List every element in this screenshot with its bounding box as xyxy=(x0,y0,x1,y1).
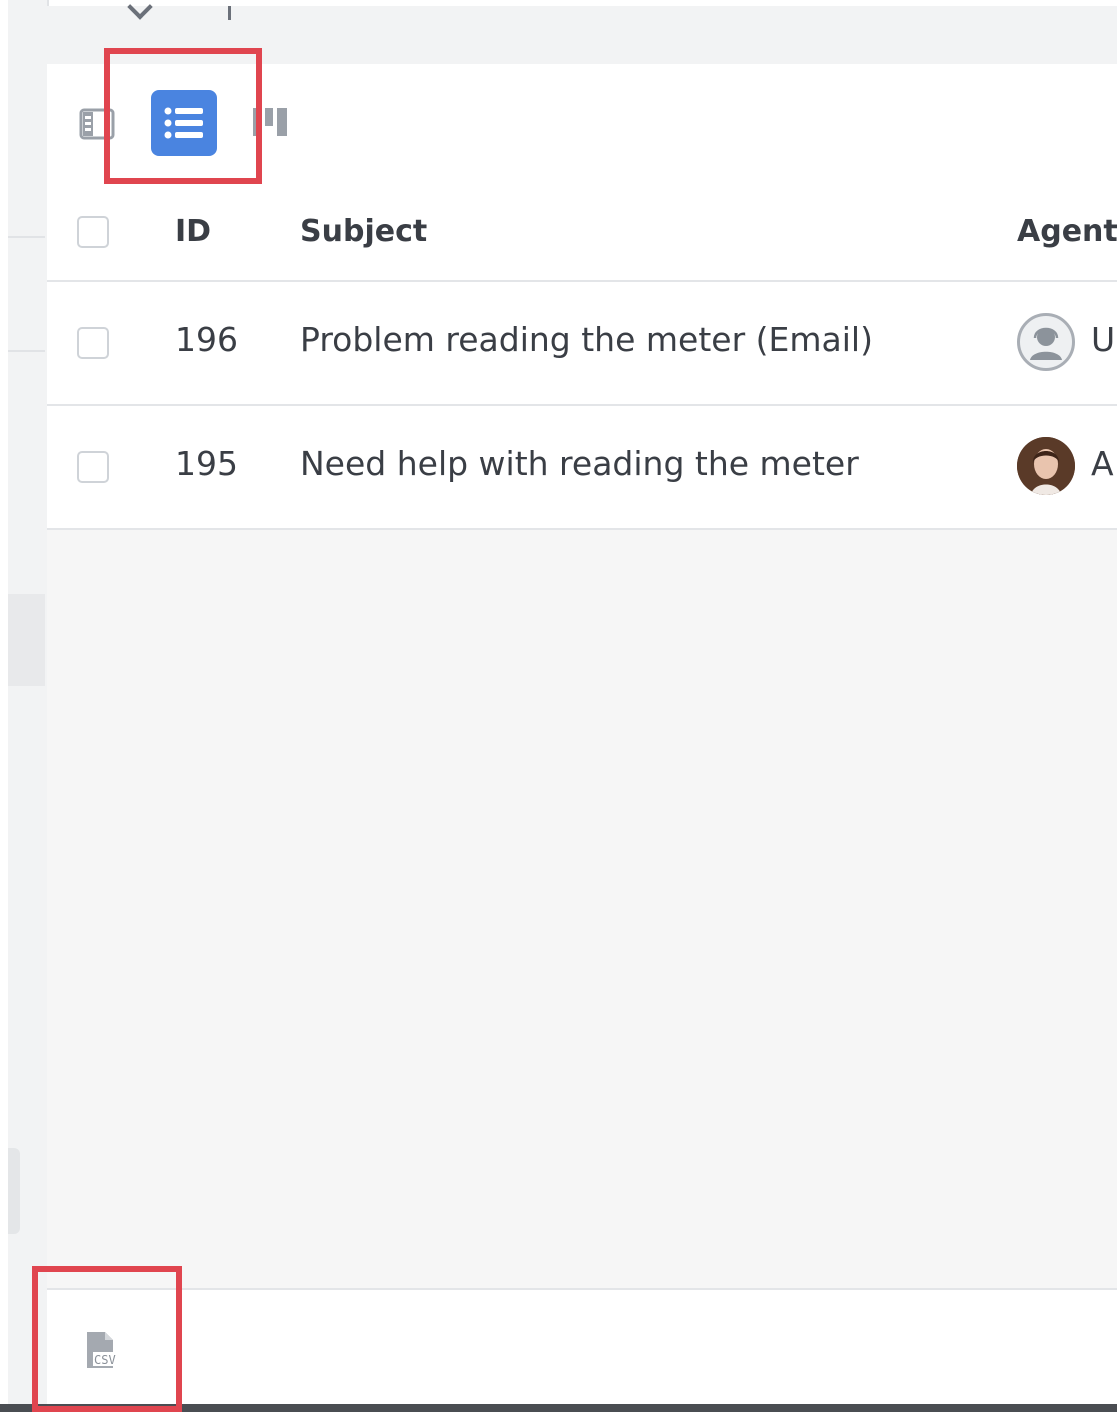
table-row[interactable]: 195 Need help with reading the meter A xyxy=(47,406,1117,530)
ticket-id: 196 xyxy=(175,320,238,359)
list-view-button[interactable] xyxy=(151,90,217,156)
table-header-row: ID Subject Agent xyxy=(47,184,1117,282)
view-switcher xyxy=(47,64,1117,186)
sidebar-divider xyxy=(8,236,45,238)
sidebar-resize-handle[interactable] xyxy=(8,1148,20,1234)
agent-name: A xyxy=(1091,444,1114,483)
table-footer: CSV xyxy=(47,1288,1117,1408)
split-view-button[interactable] xyxy=(77,104,117,144)
sidebar-active-item[interactable] xyxy=(8,594,45,686)
select-all-checkbox[interactable] xyxy=(77,216,109,248)
top-toolbar xyxy=(47,0,1117,67)
kanban-view-button[interactable] xyxy=(247,102,295,142)
chevron-down-icon[interactable] xyxy=(127,0,153,20)
agent-avatar xyxy=(1017,437,1075,495)
export-csv-button[interactable]: CSV xyxy=(85,1330,129,1370)
bottom-border xyxy=(0,1404,1117,1412)
csv-file-icon: CSV xyxy=(87,1332,127,1368)
ticket-subject[interactable]: Problem reading the meter (Email) xyxy=(300,320,873,359)
split-view-icon xyxy=(79,108,115,140)
kanban-view-icon xyxy=(253,108,287,136)
placeholder-avatar-icon xyxy=(1017,313,1075,371)
sidebar-edge xyxy=(8,0,49,1406)
column-header-subject[interactable]: Subject xyxy=(300,214,427,249)
table-row[interactable]: 196 Problem reading the meter (Email) U xyxy=(47,282,1117,406)
csv-label: CSV xyxy=(94,1353,116,1367)
column-header-id[interactable]: ID xyxy=(175,214,211,249)
list-view-icon xyxy=(164,107,203,139)
tickets-panel: ID Subject Agent 196 Problem reading the… xyxy=(47,64,1117,1408)
sidebar-divider xyxy=(8,350,45,352)
ticket-subject[interactable]: Need help with reading the meter xyxy=(300,444,859,483)
agent-name: U xyxy=(1091,320,1116,359)
ticket-id: 195 xyxy=(175,444,238,483)
column-header-agent[interactable]: Agent xyxy=(1017,214,1117,249)
row-checkbox[interactable] xyxy=(77,327,109,359)
tickets-table: ID Subject Agent 196 Problem reading the… xyxy=(47,184,1117,530)
row-checkbox[interactable] xyxy=(77,451,109,483)
toolbar-separator xyxy=(228,6,231,20)
